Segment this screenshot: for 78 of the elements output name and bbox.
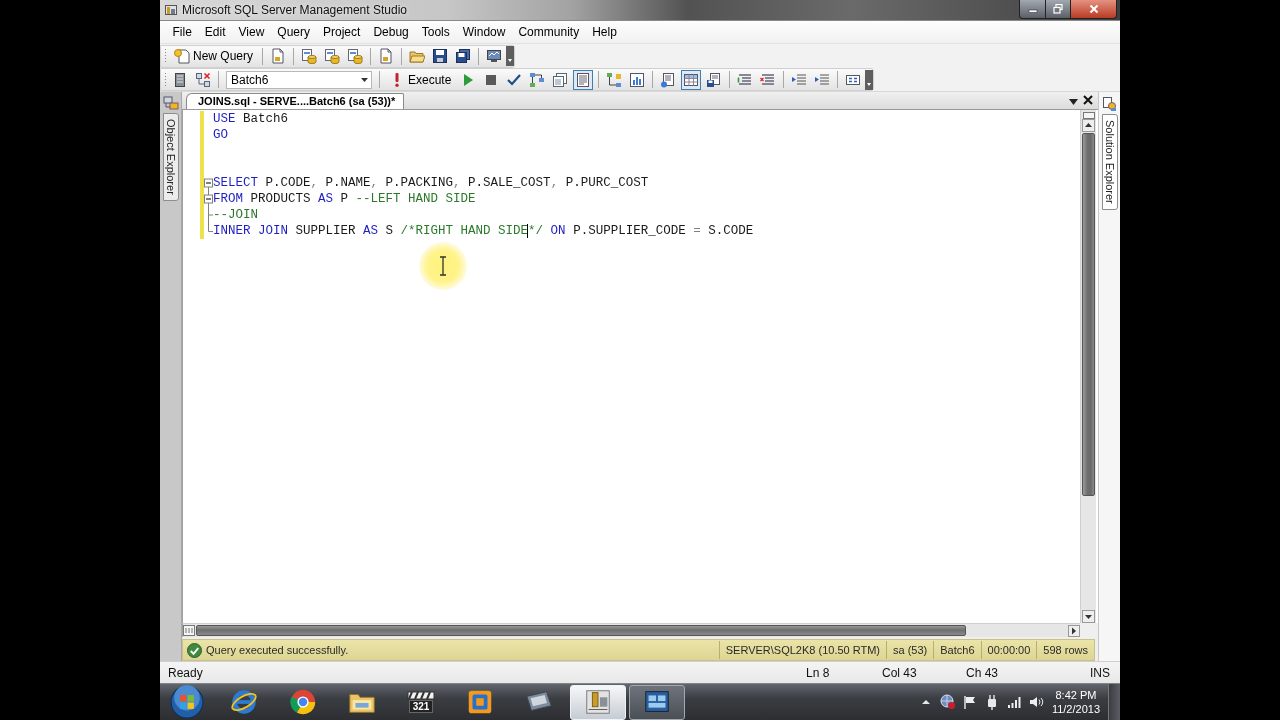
insert-mode-indicator: INS [1090, 665, 1111, 680]
clapperboard-icon [407, 691, 435, 700]
caret-down-icon [361, 77, 368, 82]
status-text: Ready [167, 665, 204, 680]
success-check-icon [187, 642, 202, 658]
code-line: SELECT P.CODE, P.NAME, P.PACKING, P.SALE_COST, P.PURC_COST [213, 175, 649, 191]
segmented-circle-icon[interactable] [288, 687, 318, 717]
menu-item[interactable]: Debug [366, 21, 416, 43]
mouse-cursor-icon [418, 241, 468, 291]
code-line: FROM PRODUCTS AS P --LEFT HAND SIDE [213, 191, 476, 207]
column-indicator: Col 43 [882, 665, 918, 680]
show-desktop-button[interactable] [1108, 684, 1120, 720]
line-indicator: Ln 8 [806, 665, 831, 680]
code-line: GO [213, 127, 228, 143]
database-document-icon[interactable] [345, 46, 366, 66]
speaker-icon[interactable] [1027, 694, 1044, 710]
menu-item[interactable]: Help [585, 21, 624, 43]
collapse-icon[interactable] [204, 191, 213, 207]
char-indicator: Ch 43 [966, 665, 1000, 680]
flag-icon[interactable] [961, 694, 978, 710]
close-icon[interactable] [1083, 95, 1093, 105]
restore-icon [1053, 4, 1063, 14]
signal-bars-icon[interactable] [1005, 694, 1022, 710]
connected-boxes-icon[interactable] [162, 96, 179, 110]
execute-button[interactable]: Execute [384, 69, 457, 90]
menu-item[interactable]: Edit [198, 21, 233, 43]
code-line: INNER JOIN SUPPLIER AS S /*RIGHT HAND SIDE*/ ON P.SUPPLIER_CODE = S.CODE [213, 223, 754, 239]
status-cell: SERVER\SQL2K8 (10.50 RTM) [718, 641, 887, 659]
menu-item[interactable]: File [166, 21, 199, 43]
toolbar-overflow-icon[interactable] [865, 69, 874, 90]
vertical-scrollbar[interactable] [1080, 110, 1096, 623]
start-button[interactable] [170, 685, 204, 719]
menu-item[interactable]: Query [270, 21, 317, 43]
code-line: USE Batch6 [213, 111, 289, 127]
columns-tile-icon [583, 687, 613, 717]
database-dropdown[interactable]: Batch6 [226, 70, 372, 89]
window-title: Microsoft SQL Server Management Studio [182, 2, 407, 19]
document-badge-icon[interactable] [1101, 96, 1118, 112]
new-document-icon [174, 48, 190, 64]
restore-button[interactable] [1046, 0, 1071, 19]
e-orbit-icon[interactable] [229, 687, 259, 717]
database-document-icon[interactable] [299, 46, 320, 66]
code-line: --JOIN [213, 207, 258, 223]
menu-item[interactable]: View [232, 21, 271, 43]
status-cell: Batch6 [933, 641, 981, 659]
globe-icon[interactable] [939, 694, 956, 710]
dock-tab[interactable]: Solution Explorer [1101, 114, 1118, 210]
document-tab[interactable]: JOINS.sql - SERVE....Batch6 (sa (53))* [186, 93, 405, 109]
split-handle-icon[interactable] [183, 625, 195, 636]
menu-item[interactable]: Tools [415, 21, 457, 43]
grid-icon[interactable] [681, 69, 702, 90]
taskbar-button[interactable]: 321 [393, 684, 449, 720]
window-icon [164, 3, 178, 17]
status-cell: sa (53) [886, 641, 934, 659]
close-button[interactable] [1071, 0, 1117, 19]
database-document-icon[interactable] [322, 46, 343, 66]
clock-time[interactable]: 8:42 PM [1055, 688, 1097, 702]
horizontal-scrollbar[interactable] [182, 623, 1080, 637]
menu-item[interactable]: Community [511, 21, 586, 43]
menu-item[interactable]: Project [316, 21, 367, 43]
caret-down-icon[interactable] [1069, 99, 1078, 105]
status-message: Query executed successfully. [206, 644, 349, 656]
scroll-thumb[interactable] [1082, 133, 1095, 496]
clock-date[interactable]: 11/2/2013 [1051, 702, 1100, 716]
status-cell: 00:00:00 [980, 641, 1037, 659]
scroll-thumb[interactable] [196, 625, 966, 636]
text-lines-icon[interactable] [573, 69, 594, 90]
split-handle-icon[interactable] [1082, 112, 1095, 119]
toolbar-overflow-icon[interactable] [506, 46, 515, 66]
menu-item[interactable]: Window [456, 21, 512, 43]
minimize-button[interactable] [1019, 0, 1046, 19]
taskbar-button[interactable] [629, 684, 685, 720]
new-query-button[interactable]: New Query [169, 46, 259, 66]
status-cell: 598 rows [1036, 641, 1094, 659]
code-editor[interactable]: USE Batch6 GO SELECT P.CODE, P.NAME, P.PACKING, P.SALE_COST, P.PURC_COST FROM PRODUCTS AS P --LEFT HAND SIDE --JOIN INNER JOIN SUPPLIER AS S /*RIGHT HAND SIDE*/ ON P.SUPPLIER_CODE = S.CODE [182, 110, 1098, 623]
dock-tab[interactable]: Object Explorer [162, 113, 179, 201]
collapse-icon[interactable] [204, 175, 213, 191]
close-icon [1088, 4, 1099, 14]
